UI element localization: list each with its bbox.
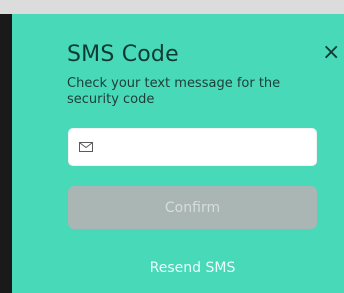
sms-code-modal: × SMS Code Check your text message for t…	[12, 14, 344, 293]
close-icon[interactable]: ×	[322, 42, 340, 64]
sms-code-field[interactable]	[68, 128, 317, 166]
mail-icon	[79, 142, 93, 152]
sms-code-input[interactable]	[103, 131, 307, 163]
top-bar	[0, 0, 344, 14]
resend-sms-link[interactable]: Resend SMS	[68, 260, 317, 276]
app-frame: × SMS Code Check your text message for t…	[0, 0, 344, 293]
confirm-button[interactable]: Confirm	[68, 186, 317, 229]
modal-title: SMS Code	[67, 42, 179, 67]
modal-subtitle: Check your text message for the security…	[67, 76, 281, 107]
